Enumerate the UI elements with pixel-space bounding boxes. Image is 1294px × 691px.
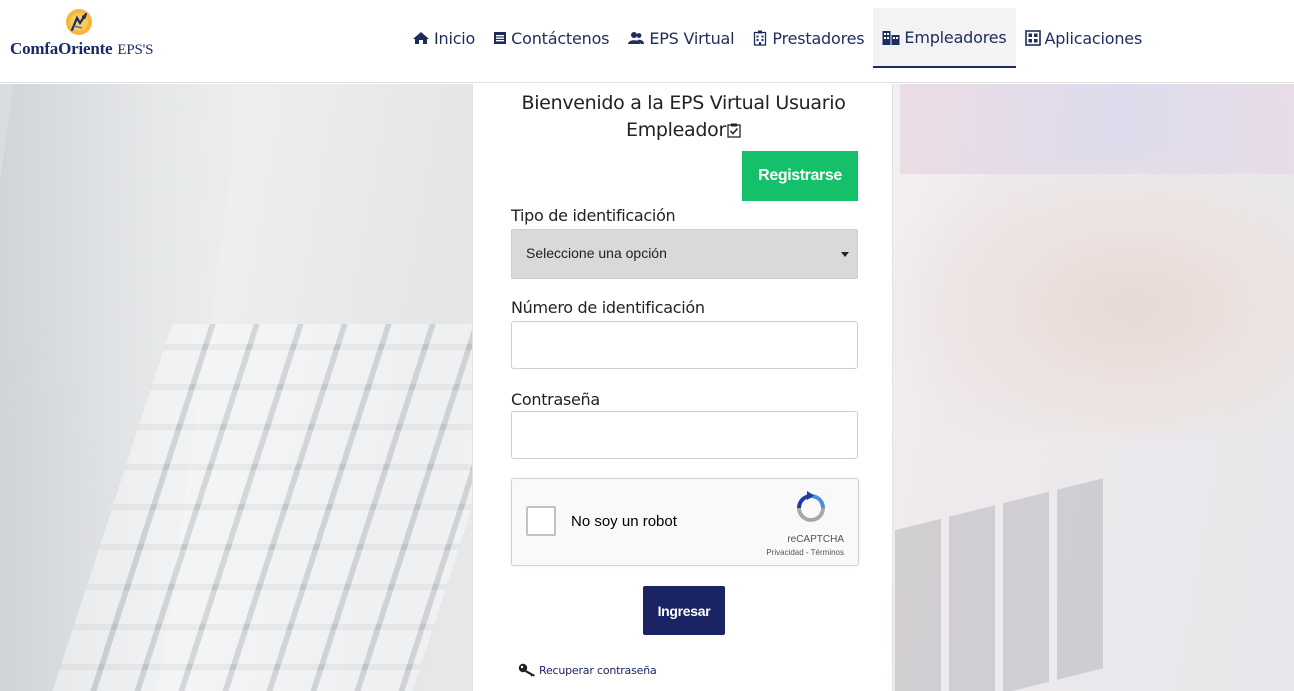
id-type-selected: Seleccione una opción xyxy=(526,245,667,261)
id-type-select[interactable]: Seleccione una opción xyxy=(511,229,858,279)
id-type-label: Tipo de identificación xyxy=(511,206,676,225)
recaptcha-brand: reCAPTCHA xyxy=(787,534,844,545)
main-nav: Inicio Contáctenos EPS Virtual Prestador… xyxy=(403,8,1151,68)
page-title: Bienvenido a la EPS Virtual Usuario Empl… xyxy=(521,92,846,141)
key-icon xyxy=(518,663,535,677)
checklist-icon xyxy=(727,123,741,138)
site-header: ComfaOriente EPS'S Inicio Contáctenos EPS… xyxy=(0,0,1294,83)
recaptcha-widget: No soy un robot reCAPTCHA Privacidad - T… xyxy=(511,478,859,566)
buildings-icon xyxy=(882,30,900,45)
home-icon xyxy=(413,32,429,44)
clinic-building-icon xyxy=(754,30,767,46)
contact-list-icon xyxy=(494,32,507,44)
nav-item-label: Empleadores xyxy=(904,27,1007,47)
recover-password-label: Recuperar contraseña xyxy=(539,663,657,677)
bg-keyboard-right xyxy=(895,477,1105,691)
nav-item-label: Prestadores xyxy=(772,28,865,48)
password-input[interactable] xyxy=(511,411,858,459)
id-number-input[interactable] xyxy=(511,321,858,369)
comfaoriente-logo[interactable]: ComfaOriente EPS'S xyxy=(10,8,170,68)
apps-grid-icon xyxy=(1024,30,1041,46)
nav-item-label: EPS Virtual xyxy=(649,28,735,48)
recaptcha-checkbox[interactable] xyxy=(526,506,556,536)
recaptcha-label: No soy un robot xyxy=(571,513,677,530)
id-number-label: Número de identificación xyxy=(511,298,705,317)
chevron-down-icon xyxy=(841,252,849,257)
nav-item-inicio[interactable]: Inicio xyxy=(403,8,484,68)
login-button[interactable]: Ingresar xyxy=(643,586,725,635)
password-label: Contraseña xyxy=(511,390,600,409)
nav-item-contactenos[interactable]: Contáctenos xyxy=(484,8,618,68)
nav-item-aplicaciones[interactable]: Aplicaciones xyxy=(1016,8,1152,68)
nav-item-prestadores[interactable]: Prestadores xyxy=(743,8,873,68)
nav-item-eps-virtual[interactable]: EPS Virtual xyxy=(618,8,743,68)
recaptcha-logo-icon xyxy=(797,491,825,522)
login-panel: Bienvenido a la EPS Virtual Usuario Empl… xyxy=(472,84,893,691)
recaptcha-links[interactable]: Privacidad - Términos xyxy=(766,548,844,557)
recover-password-link[interactable]: Recuperar contraseña xyxy=(518,663,657,677)
nav-item-label: Aplicaciones xyxy=(1044,28,1143,48)
nav-item-label: Inicio xyxy=(434,28,476,48)
register-button[interactable]: Registrarse xyxy=(742,151,858,201)
nav-item-empleadores[interactable]: Empleadores xyxy=(873,8,1016,68)
logo-emblem-icon xyxy=(66,9,92,35)
logo-text: ComfaOriente EPS'S xyxy=(10,39,154,58)
nav-item-label: Contáctenos xyxy=(511,28,610,48)
users-icon xyxy=(628,32,645,44)
bg-hand xyxy=(890,154,1294,434)
